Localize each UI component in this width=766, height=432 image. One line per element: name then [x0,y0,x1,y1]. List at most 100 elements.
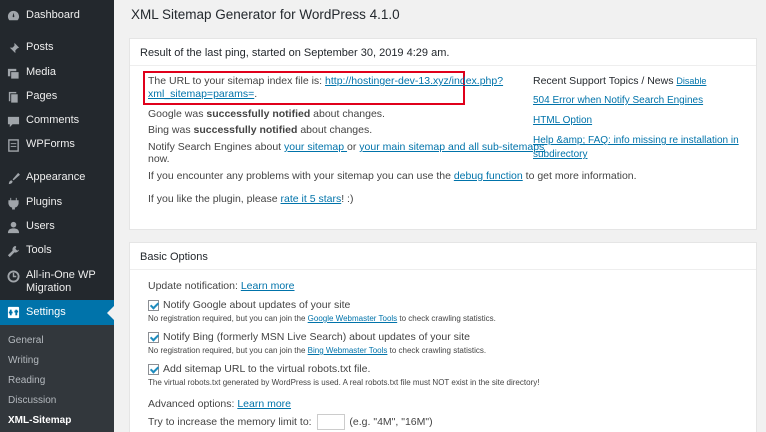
google-text-b: successfully notified [206,108,311,120]
advanced-label: Advanced options: [148,398,238,410]
comment-icon [6,114,20,128]
notify-line: Notify Search Engines about your sitemap… [148,141,544,153]
your-sitemap-link[interactable]: your sitemap [284,141,347,153]
bing-text-b: successfully notified [193,124,298,136]
menu-posts[interactable]: Posts [0,41,114,55]
media-icon [6,66,20,80]
submenu-general[interactable]: General [0,331,114,351]
update-notification: Update notification: Learn more [148,280,295,292]
robots-note: The virtual robots.txt generated by Word… [148,378,540,387]
menu-users[interactable]: Users [0,220,114,234]
plugin-icon [6,196,20,210]
support-head-text: Recent Support Topics / News [533,75,677,87]
forms-icon [6,138,20,152]
rate-line: If you like the plugin, please rate it 5… [148,193,353,205]
menu-label: All-in-One WP Migration [26,269,96,294]
bing-note-a: No registration required, but you can jo… [148,346,308,355]
google-option: Notify Google about updates of your site [148,299,350,311]
submenu-writing[interactable]: Writing [0,351,114,371]
menu-plugins[interactable]: Plugins [0,196,114,210]
basic-options-box: Basic Options Update notification: Learn… [129,242,757,432]
advanced-learn-more-link[interactable]: Learn more [237,398,291,410]
pin-icon [6,41,20,55]
notify-google-checkbox[interactable] [148,299,159,311]
support-topic-3-cont[interactable]: subdirectory [533,149,743,161]
support-topic-3[interactable]: Help &amp; FAQ: info missing re installa… [533,135,743,147]
menu-label: Settings [26,306,66,318]
update-learn-more-link[interactable]: Learn more [241,280,295,292]
sitemap-url-prefix: The URL to your sitemap index file is: [148,75,326,87]
robots-checkbox[interactable] [148,363,159,375]
menu-appearance[interactable]: Appearance [0,171,114,185]
support-head: Recent Support Topics / News Disable [533,75,743,87]
like-text-a: If you like the plugin, please [148,193,281,205]
migration-icon [6,269,20,283]
bing-status: Bing was successfully notified about cha… [148,124,372,136]
admin-sidebar: Dashboard Posts Media Pages Comments WPF… [0,0,114,432]
sitemap-url-dot: . [254,88,258,100]
robots-label: Add sitemap URL to the virtual robots.tx… [163,363,371,375]
notify-now: now. [148,153,170,165]
user-icon [6,220,20,234]
support-topic-2[interactable]: HTML Option [533,115,743,127]
sitemap-url-link[interactable]: http://hostinger-dev-13.xyz/index.php? [325,75,503,87]
menu-label: Dashboard [26,9,80,21]
problem-text-b: to get more information. [522,170,637,182]
notify-google-label: Notify Google about updates of your site [163,299,351,311]
notify-or: or [347,141,360,153]
menu-settings[interactable]: Settings [0,300,114,325]
google-note-a: No registration required, but you can jo… [148,314,308,323]
like-text-b: ! :) [341,193,354,205]
problem-text-a: If you encounter any problems with your … [148,170,454,182]
ping-box-title: Result of the last ping, started on Sept… [130,39,756,66]
menu-label: Users [26,220,55,232]
rate-link[interactable]: rate it 5 stars [281,193,342,205]
menu-dashboard[interactable]: Dashboard [0,9,114,23]
pages-icon [6,90,20,104]
basic-options-title: Basic Options [130,243,756,270]
submenu-xml-sitemap[interactable]: XML-Sitemap [0,411,114,431]
page-title: XML Sitemap Generator for WordPress 4.1.… [131,7,400,22]
brush-icon [6,171,20,185]
settings-submenu: General Writing Reading Discussion XML-S… [0,325,114,432]
google-note-b: to check crawling statistics. [397,314,496,323]
disable-link[interactable]: Disable [676,76,706,86]
main-sitemap-link[interactable]: your main sitemap and all sub-sitemaps [359,141,544,153]
menu-label: Plugins [26,196,63,208]
update-label: Update notification: [148,280,241,292]
menu-label: Media [26,66,56,78]
menu-media[interactable]: Media [0,66,114,80]
menu-tools[interactable]: Tools [0,244,114,258]
menu-label: Posts [26,41,54,53]
menu-label: WPForms [26,138,75,150]
dashboard-icon [6,9,20,23]
bing-option: Notify Bing (formerly MSN Live Search) a… [148,331,470,343]
google-webmaster-link[interactable]: Google Webmaster Tools [308,314,398,323]
menu-label: Pages [26,90,58,102]
debug-function-link[interactable]: debug function [454,170,523,182]
menu-wpforms[interactable]: WPForms [0,138,114,152]
menu-all-in-one-migration[interactable]: All-in-One WP Migration [0,269,114,295]
submenu-reading[interactable]: Reading [0,371,114,391]
support-topic-1[interactable]: 504 Error when Notify Search Engines [533,95,743,107]
menu-label: Tools [26,244,52,256]
notify-bing-checkbox[interactable] [148,331,159,343]
bing-webmaster-link[interactable]: Bing Webmaster Tools [308,346,388,355]
bing-note: No registration required, but you can jo… [148,346,486,355]
memory-limit-row: Try to increase the memory limit to: (e.… [148,413,433,431]
settings-icon [6,306,20,320]
bing-text-a: Bing was [148,124,194,136]
google-text-c: about changes. [310,108,385,120]
problem-line: If you encounter any problems with your … [148,170,637,182]
notify-bing-label: Notify Bing (formerly MSN Live Search) a… [163,331,470,343]
google-note: No registration required, but you can jo… [148,314,496,323]
menu-pages[interactable]: Pages [0,90,114,104]
submenu-discussion[interactable]: Discussion [0,391,114,411]
sitemap-url-link-cont[interactable]: xml_sitemap=params= [148,88,254,100]
sitemap-url-line: The URL to your sitemap index file is: h… [148,75,503,87]
menu-label: Comments [26,114,80,126]
robots-option: Add sitemap URL to the virtual robots.tx… [148,363,370,375]
menu-comments[interactable]: Comments [0,114,114,128]
memory-limit-input[interactable] [316,414,345,431]
ping-result-box: Result of the last ping, started on Sept… [129,38,757,230]
